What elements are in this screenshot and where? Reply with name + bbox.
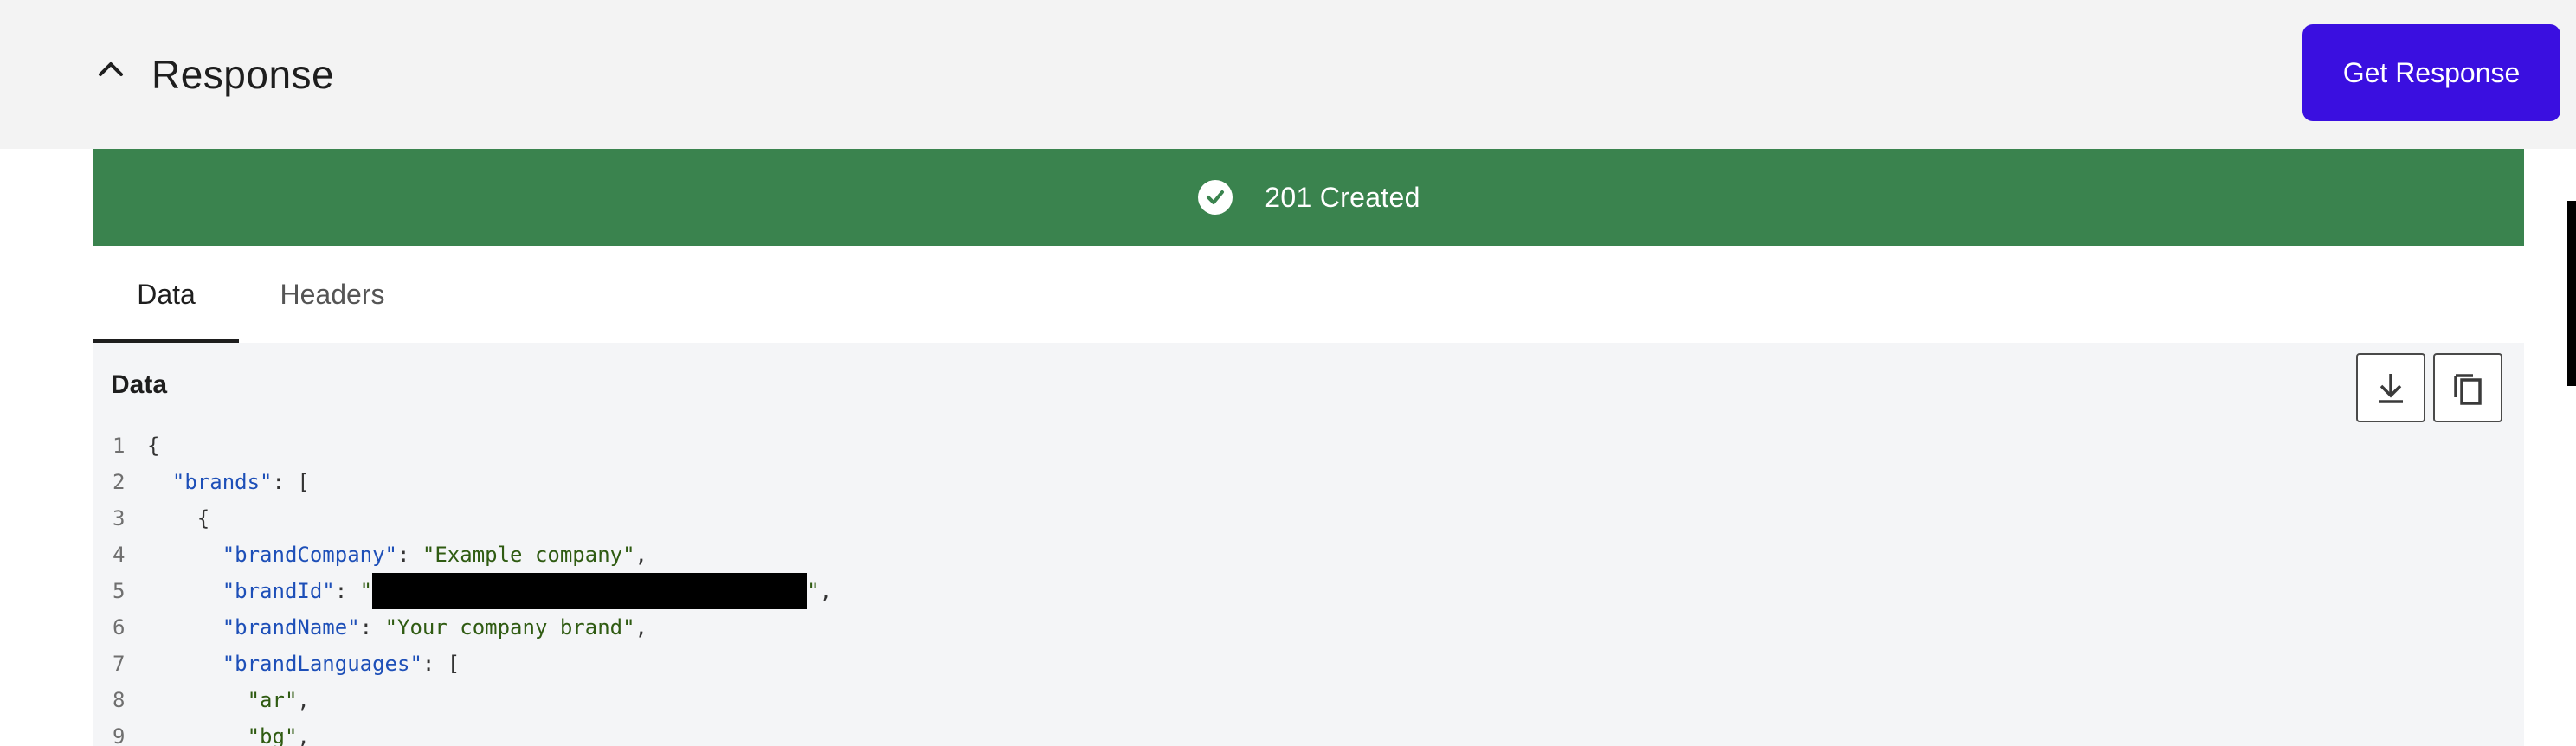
code-text: "brandName": "Your company brand", [147, 609, 647, 646]
code-line: 4 "brandCompany": "Example company", [93, 537, 2524, 573]
section-title: Response [151, 52, 335, 97]
response-tabs: Data Headers [93, 246, 426, 343]
json-punctuation: : [397, 543, 422, 567]
line-number: 4 [113, 543, 126, 567]
line-number: 1 [113, 434, 126, 458]
json-punctuation: : [359, 615, 385, 640]
json-punctuation: , [297, 724, 310, 746]
json-punctuation: , [634, 615, 647, 640]
tab-headers[interactable]: Headers [239, 246, 426, 343]
json-key: "brandCompany" [222, 543, 397, 567]
json-key: "brands" [171, 470, 273, 494]
check-circle-icon [1198, 180, 1233, 215]
line-number: 7 [113, 652, 126, 676]
download-button[interactable] [2356, 353, 2425, 422]
code-line: 8 "ar", [93, 682, 2524, 718]
json-string: "ar" [247, 688, 298, 712]
json-punctuation: , [297, 688, 310, 712]
json-string: "Example company" [422, 543, 635, 567]
json-punctuation: : [ [272, 470, 310, 494]
line-number: 3 [113, 506, 126, 531]
code-line: 9 "bg", [93, 718, 2524, 746]
tab-data[interactable]: Data [93, 246, 239, 343]
line-number: 8 [113, 688, 126, 712]
get-response-button[interactable]: Get Response [2302, 24, 2560, 121]
code-line: 2 "brands": [ [93, 464, 2524, 500]
redacted-value [372, 573, 808, 609]
line-number: 5 [113, 579, 126, 603]
download-icon [2379, 374, 2403, 403]
status-text: 201 Created [1265, 181, 1420, 213]
status-banner: 201 Created [93, 149, 2524, 246]
data-panel: Data 1{2 "brands": [3 {4 "brandCompany":… [93, 343, 2524, 746]
code-line: 5 "brandId": " ", [93, 573, 2524, 609]
response-header: Response Get Response [0, 0, 2576, 149]
panel-title: Data [111, 370, 168, 399]
json-code-viewer[interactable]: 1{2 "brands": [3 {4 "brandCompany": "Exa… [93, 428, 2524, 746]
code-line: 6 "brandName": "Your company brand", [93, 609, 2524, 646]
json-punctuation: { [147, 434, 160, 458]
json-key: "brandLanguages" [222, 652, 422, 676]
json-punctuation: , [819, 579, 833, 603]
json-key: "brandName" [222, 615, 360, 640]
code-text: "brands": [ [147, 464, 310, 500]
code-line: 1{ [93, 428, 2524, 464]
copy-icon [2454, 374, 2482, 405]
code-text: "brandId": " ", [147, 573, 832, 609]
copy-button[interactable] [2433, 353, 2502, 422]
json-key: "brandId" [222, 579, 335, 603]
code-line: 3 { [93, 500, 2524, 537]
json-punctuation: : [334, 579, 360, 603]
json-string: "bg" [247, 724, 298, 746]
json-string: " [807, 579, 820, 603]
code-text: "brandCompany": "Example company", [147, 537, 647, 573]
line-number: 2 [113, 470, 126, 494]
json-punctuation: , [634, 543, 647, 567]
code-text: "ar", [147, 682, 310, 718]
line-number: 9 [113, 724, 126, 746]
code-text: { [147, 500, 209, 537]
code-text: { [147, 428, 159, 464]
code-line: 7 "brandLanguages": [ [93, 646, 2524, 682]
code-text: "brandLanguages": [ [147, 646, 460, 682]
line-number: 6 [113, 615, 126, 640]
json-string: " [359, 579, 373, 603]
code-text: "bg", [147, 718, 310, 746]
scrollbar-thumb[interactable] [2567, 201, 2576, 386]
chevron-up-icon[interactable] [93, 52, 128, 87]
json-punctuation: { [196, 506, 210, 531]
json-punctuation: : [ [422, 652, 460, 676]
json-string: "Your company brand" [384, 615, 635, 640]
